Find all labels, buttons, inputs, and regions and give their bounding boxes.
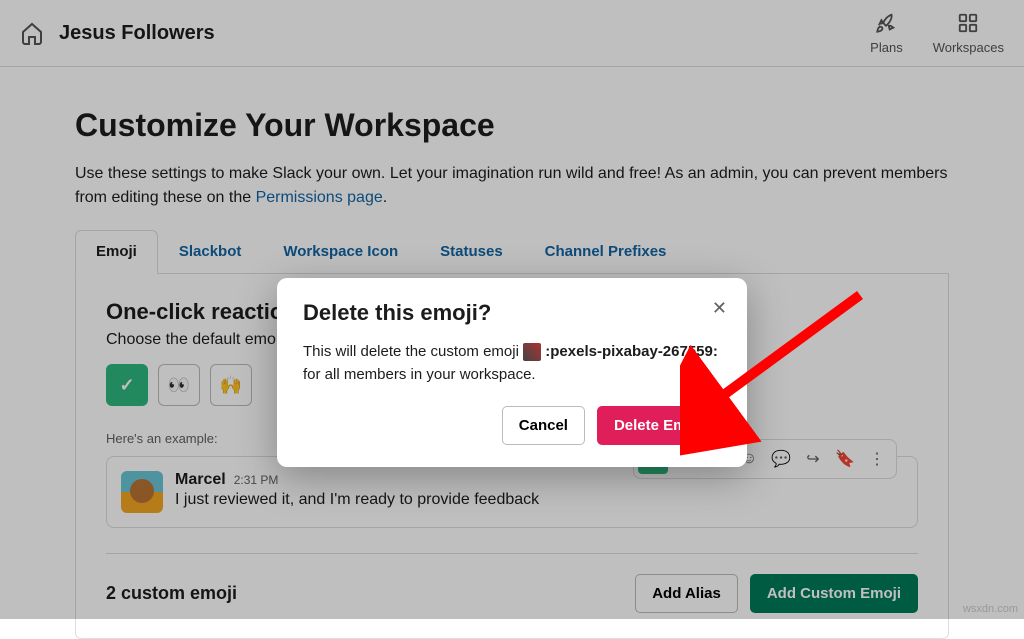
cancel-button[interactable]: Cancel (502, 406, 585, 445)
close-icon[interactable]: ✕ (712, 298, 727, 319)
modal-overlay[interactable]: ✕ Delete this emoji? This will delete th… (0, 0, 1024, 619)
delete-emoji-modal: ✕ Delete this emoji? This will delete th… (277, 278, 747, 467)
modal-body: This will delete the custom emoji :pexel… (303, 341, 721, 386)
watermark: wsxdn.com (963, 603, 1018, 615)
modal-footer: Cancel Delete Emoji (303, 406, 721, 445)
emoji-preview-icon (523, 343, 541, 361)
emoji-name: :pexels-pixabay-267559: (545, 343, 718, 360)
modal-title: Delete this emoji? (303, 300, 721, 326)
delete-emoji-button[interactable]: Delete Emoji (597, 406, 721, 445)
